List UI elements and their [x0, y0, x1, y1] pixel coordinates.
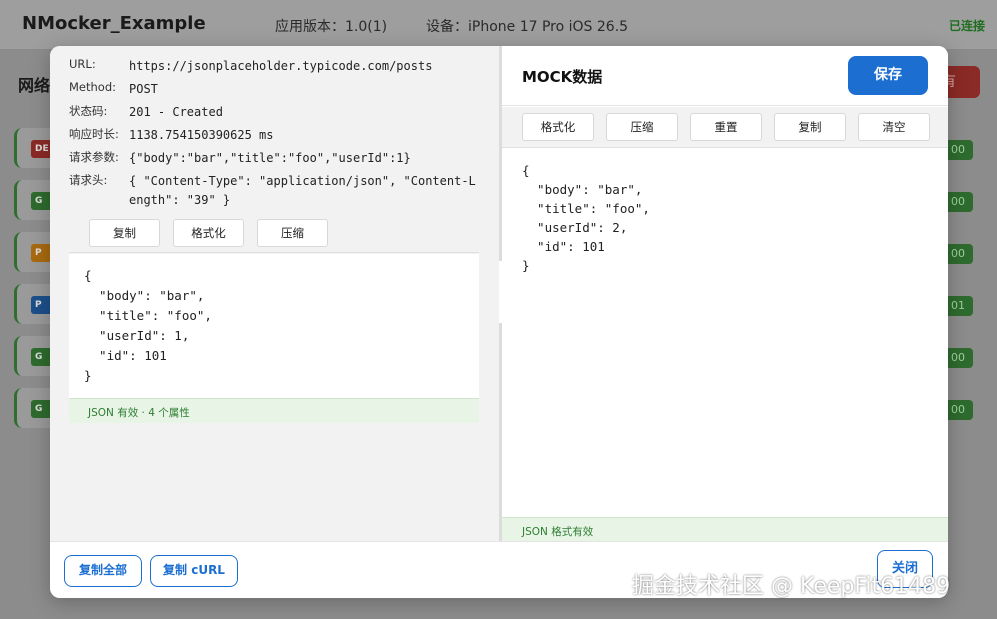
copy-button[interactable]: 复制 [774, 113, 846, 141]
connection-status: 已连接 [948, 19, 985, 33]
json-line: "body": "bar", [84, 288, 205, 303]
info-label: Method: [69, 80, 117, 94]
json-line: } [522, 258, 530, 273]
save-button[interactable]: 保存 [848, 56, 928, 95]
json-line: "id": 101 [84, 348, 167, 363]
request-pane: URL: https://jsonplaceholder.typicode.co… [50, 46, 499, 541]
json-line: { [84, 268, 92, 283]
format-button[interactable]: 格式化 [522, 113, 594, 141]
mock-pane: MOCK数据 保存 格式化 压缩 重置 复制 清空 { "body": "bar… [502, 46, 948, 541]
request-detail-modal: URL: https://jsonplaceholder.typicode.co… [50, 46, 948, 598]
mock-header: MOCK数据 保存 [502, 46, 948, 106]
json-line: } [84, 368, 92, 383]
mock-json-editor[interactable]: { "body": "bar", "title": "foo", "userId… [502, 149, 948, 515]
copy-all-button[interactable]: 复制全部 [64, 555, 142, 587]
clear-button[interactable]: 清空 [858, 113, 930, 141]
device-info: 设备：iPhone 17 Pro iOS 26.5 [426, 19, 629, 35]
request-json-viewer[interactable]: { "body": "bar", "title": "foo", "userId… [69, 254, 479, 398]
compress-button[interactable]: 压缩 [257, 219, 328, 247]
request-json-toolbar: 复制 格式化 压缩 [69, 213, 479, 253]
copy-button[interactable]: 复制 [89, 219, 160, 247]
copy-curl-button[interactable]: 复制 cURL [150, 555, 238, 587]
info-label: 响应时长: [69, 127, 119, 141]
json-line: "title": "foo", [84, 308, 212, 323]
method-value: POST [129, 82, 158, 96]
json-line: "userId": 1, [84, 328, 190, 343]
json-format-status: JSON 格式有效 [502, 517, 948, 541]
reset-button[interactable]: 重置 [690, 113, 762, 141]
app-header: NMocker_Example 应用版本：1.0(1) 设备：iPhone 17… [0, 0, 997, 50]
app-version: 应用版本：1.0(1) [275, 19, 388, 35]
mock-json-toolbar: 格式化 压缩 重置 复制 清空 [502, 107, 948, 148]
status-value: 201 - Created [129, 105, 223, 119]
compress-button[interactable]: 压缩 [606, 113, 678, 141]
json-line: "title": "foo", [522, 201, 650, 216]
format-button[interactable]: 格式化 [173, 219, 244, 247]
watermark: 掘金技术社区 @ KeepFit61489 [632, 574, 951, 599]
info-label: 请求头: [69, 173, 108, 187]
json-line: { [522, 163, 530, 178]
section-title: 网络 [18, 76, 51, 95]
json-line: "body": "bar", [522, 182, 643, 197]
url-value: https://jsonplaceholder.typicode.com/pos… [129, 59, 433, 73]
headers-value: { "Content-Type": "application/json", "C… [129, 174, 476, 207]
info-label: 状态码: [69, 104, 108, 118]
params-value: {"body":"bar","title":"foo","userId":1} [129, 151, 411, 165]
mock-title: MOCK数据 [522, 68, 603, 86]
json-line: "id": 101 [522, 239, 605, 254]
info-label: 请求参数: [69, 150, 119, 164]
info-label: URL: [69, 57, 96, 71]
json-line: "userId": 2, [522, 220, 628, 235]
json-valid-status: JSON 有效 · 4 个属性 [69, 398, 479, 423]
app-title: NMocker_Example [22, 13, 206, 34]
duration-value: 1138.754150390625 ms [129, 128, 274, 142]
